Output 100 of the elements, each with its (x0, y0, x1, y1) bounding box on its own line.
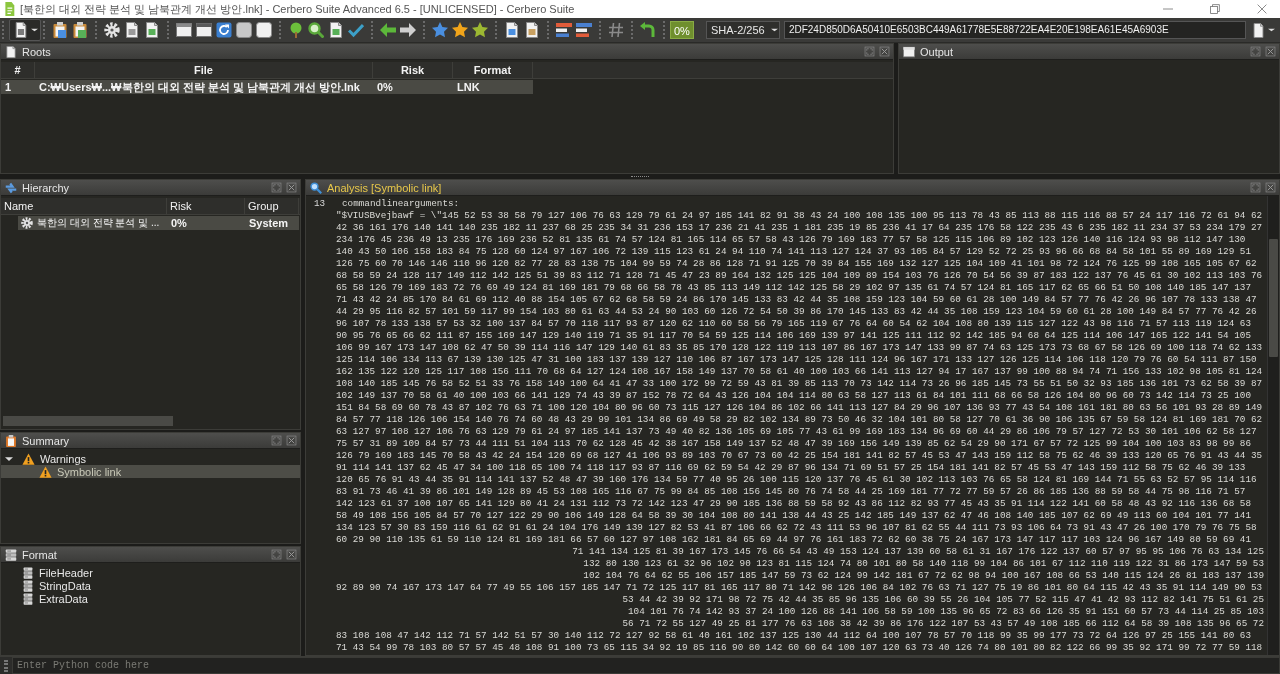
list-item[interactable]: ExtraData (39, 592, 88, 605)
column-header[interactable]: Risk (373, 62, 453, 78)
code-line: 83 108 108 47 142 112 71 57 142 51 57 30 140 112 72 127 92 58 61 40 161 102 137 125 130 44 112 64 100 107 78 57 70 118 99 35 99 177 73 72 64 126 97 25 155 141 80 63 (336, 630, 1252, 642)
code-line: 83 91 73 46 41 39 86 101 149 128 89 45 53 108 165 116 67 75 99 84 85 108 156 145 80 76 74 58 44 25 169 181 77 72 77 59 57 26 86 185 136 88 59 58 44 75 98 116 71 57 (336, 486, 1247, 498)
export-menu-button[interactable] (1250, 22, 1277, 38)
close-icon[interactable] (1265, 46, 1276, 57)
code-line: 106 99 167 173 147 108 62 47 50 39 114 116 147 129 140 61 83 35 85 170 128 122 119 113 107 86 167 173 147 133 99 87 74 63 125 173 73 68 67 58 126 69 100 118 74 62 133 (336, 342, 1264, 354)
gear-icon[interactable] (104, 22, 120, 38)
search-icon[interactable] (308, 22, 324, 38)
arrow-left-icon[interactable] (380, 22, 396, 38)
stack-icon (23, 592, 33, 605)
document-icon[interactable] (328, 22, 344, 38)
scrollbar-thumb[interactable] (1269, 239, 1278, 357)
panel-title: Hierarchy (22, 181, 70, 194)
tree-item-label: Symbolic link (57, 465, 122, 478)
window-icon[interactable] (176, 22, 192, 38)
tree-icon[interactable] (288, 22, 304, 38)
document-menu-button[interactable] (9, 19, 41, 41)
square-icon[interactable] (256, 22, 272, 38)
code-line: "$VIUSBvejbawf = \"145 52 53 38 58 79 127 106 76 63 129 79 61 24 97 185 141 82 91 38 43 24 100 108 135 100 95 113 78 43 85 113 88 115 116 88 57 24 117 116 72 61 94 62 (336, 210, 1264, 222)
scrollbar-thumb[interactable] (3, 416, 173, 426)
bars-icon[interactable] (556, 22, 572, 38)
code-line: 71 43 42 24 85 170 84 61 69 112 40 88 154 105 67 62 68 58 59 24 86 170 145 133 83 42 44 35 108 159 123 104 59 60 61 28 100 149 84 57 77 76 42 26 96 107 78 133 138 47 (336, 294, 1258, 306)
code-line: 90 95 76 65 66 62 111 87 155 169 147 129 140 119 71 35 91 117 70 54 59 125 114 106 169 139 97 141 125 111 112 92 142 185 94 68 64 125 114 106 147 165 122 141 54 105 (336, 330, 1252, 342)
maximize-icon[interactable] (1210, 4, 1220, 14)
window-icon[interactable] (196, 22, 212, 38)
document-icon (5, 45, 17, 58)
caret-icon (1268, 28, 1275, 32)
code-line: 126 79 169 183 145 70 58 43 42 24 154 120 69 68 127 41 106 93 89 103 70 67 73 60 42 25 154 181 141 82 57 45 53 47 143 159 112 58 75 62 46 39 133 120 65 76 91 43 44 35 (336, 450, 1264, 462)
table-cell-text: System (248, 216, 290, 230)
star-icon[interactable] (472, 22, 488, 38)
close-icon[interactable] (286, 182, 297, 193)
panel-title: Roots (22, 45, 51, 58)
table-row[interactable]: 1 C:₩Users₩...₩북한의 대외 전략 분석 및 남북관계 개선 방안.lnk 0% LNK (1, 80, 533, 94)
code-line: 71 43 54 99 78 103 80 57 57 45 48 108 91 100 73 65 115 34 92 19 85 116 90 80 142 60 60 64 100 107 120 63 73 40 126 74 80 101 80 82 122 66 99 35 92 171 99 72 77 59 118 (336, 642, 1264, 654)
clipboard-icon[interactable] (52, 22, 68, 38)
code-line: 234 176 45 236 49 13 235 176 169 236 52 81 135 61 74 57 124 81 165 114 65 57 58 43 126 79 169 183 77 57 58 125 115 106 89 102 123 126 140 116 124 93 98 112 147 130 (336, 234, 1247, 246)
column-header[interactable]: File (35, 62, 373, 78)
panel-title: Analysis [Symbolic link] (327, 181, 442, 194)
panel-title: Format (22, 548, 57, 561)
close-icon[interactable] (879, 46, 890, 57)
code-line: 75 57 31 89 109 84 57 73 44 111 51 104 113 70 62 128 45 42 38 167 158 149 137 52 48 47 39 169 156 149 139 85 62 54 29 90 171 67 57 72 125 99 104 100 103 83 98 99 86 (336, 438, 1252, 450)
list-item[interactable]: FileHeader (39, 566, 93, 579)
column-header[interactable]: Group (245, 198, 299, 214)
caret-icon[interactable] (5, 455, 13, 462)
warning-icon (22, 452, 35, 465)
code-line: 126 75 60 70 146 146 110 96 120 82 77 28 83 138 75 104 99 59 74 28 86 128 71 91 125 70 39 84 155 169 132 127 125 104 109 41 101 98 72 124 76 125 99 108 165 105 67 62 (336, 258, 1258, 270)
document-icon[interactable] (504, 22, 520, 38)
table-cell-text: 0% (170, 216, 188, 230)
star-icon[interactable] (432, 22, 448, 38)
close-icon[interactable] (286, 435, 297, 446)
document-icon[interactable] (524, 22, 540, 38)
code-line: 102 104 76 64 62 55 106 157 185 147 59 73 62 124 99 142 181 67 72 62 98 94 100 167 108 66 53 140 115 124 26 81 183 137 139 (582, 570, 1265, 582)
window-title: [북한의 대외 전략 분석 및 남북관계 개선 방안.lnk] - Cerbero Suite Advanced 6.5 - [UNLICENSED] - Cerbero Suite (20, 1, 575, 17)
close-icon[interactable] (1265, 182, 1276, 193)
document-icon[interactable] (124, 22, 140, 38)
code-line: 96 107 78 133 138 57 53 32 100 137 84 57 70 118 117 93 87 120 62 110 60 58 56 79 165 119 67 76 64 60 54 62 104 108 80 139 115 127 122 43 98 116 71 57 113 119 124 63 (336, 318, 1252, 330)
grip-handle[interactable] (4, 659, 8, 672)
panel-title: Output (920, 45, 954, 58)
code-line: 60 29 90 110 135 61 59 110 124 81 169 181 66 57 60 127 97 108 162 181 84 65 69 44 97 76 161 183 72 62 60 38 75 24 167 173 147 117 117 103 124 96 167 149 80 59 69 41 (336, 534, 1252, 546)
code-line: 92 89 90 74 167 173 147 64 77 49 55 106 157 185 147 71 72 125 117 81 165 117 80 71 142 98 126 106 84 102 76 63 71 127 75 19 86 101 80 64 115 42 43 35 91 114 149 90 53 (336, 582, 1264, 594)
stack-icon (23, 566, 33, 579)
code-line: 120 65 76 91 43 44 35 91 114 141 137 52 48 47 39 160 176 134 59 77 40 95 26 100 115 120 137 76 45 61 30 102 113 103 76 65 58 124 81 169 144 71 55 63 52 57 95 114 116 (336, 474, 1258, 486)
column-header[interactable]: Format (453, 62, 533, 78)
clipboard-icon[interactable] (72, 22, 88, 38)
python-input-field[interactable]: Enter Python code here (12, 657, 1280, 674)
square-icon[interactable] (236, 22, 252, 38)
list-item[interactable]: StringData (39, 579, 91, 592)
caret-icon (770, 28, 778, 32)
close-icon[interactable] (286, 549, 297, 560)
column-header[interactable]: Risk (167, 198, 245, 214)
document-icon[interactable] (144, 22, 160, 38)
tree-row[interactable]: Warnings (1, 452, 300, 465)
table-cell-text: C:₩Users₩...₩북한의 대외 전략 분석 및 남북관계 개선 방안.lnk (38, 80, 361, 94)
arrows-icon (5, 181, 17, 194)
tree-item-label: Warnings (40, 452, 87, 465)
hash-field[interactable]: 2DF24D850D6A50410E6503BC449A61778E5E88722EA4E20E198EA61E45A6903E (783, 21, 1246, 39)
table-cell-text: 1 (4, 80, 13, 94)
code-line: commandlinearguments: (341, 198, 461, 210)
refresh-icon[interactable] (216, 22, 232, 38)
tree-row[interactable]: Symbolic link (1, 465, 300, 478)
arrow-right-icon[interactable] (400, 22, 416, 38)
star-icon[interactable] (452, 22, 468, 38)
table-cell-text: LNK (456, 80, 481, 94)
column-header[interactable]: # (1, 62, 35, 78)
hash-type-dropdown[interactable]: SHA-2/256 (705, 21, 780, 39)
column-header[interactable]: Name (1, 198, 167, 214)
code-line: 108 140 185 145 76 58 52 51 33 76 158 149 100 64 41 47 33 100 172 99 72 59 43 81 39 85 113 70 73 142 114 73 26 96 185 145 73 55 51 50 32 93 185 136 101 73 62 58 39 87 (336, 378, 1264, 390)
close-icon[interactable] (1257, 4, 1267, 14)
window-icon (903, 45, 915, 58)
search-icon (310, 181, 322, 194)
stack-icon (23, 579, 33, 592)
check-icon[interactable] (348, 22, 364, 38)
hash-icon[interactable] (608, 22, 624, 38)
bars-icon[interactable] (576, 22, 592, 38)
code-line: 53 44 42 39 92 171 98 72 75 42 44 35 85 96 135 106 60 39 55 26 104 105 77 52 115 47 41 42 93 112 82 141 75 51 61 25 (621, 594, 1265, 606)
curved-arrow-icon[interactable] (640, 22, 656, 38)
code-line: 58 49 108 156 105 84 57 70 127 122 29 90 106 149 128 64 58 39 30 104 108 80 141 138 44 43 25 142 185 149 137 62 47 46 108 140 185 107 62 69 49 113 60 104 101 77 141 (336, 510, 1252, 522)
clipboard-icon (5, 434, 17, 447)
table-row[interactable]: 북한의 대외 전략 분석 및 ... 0% System (18, 216, 299, 230)
